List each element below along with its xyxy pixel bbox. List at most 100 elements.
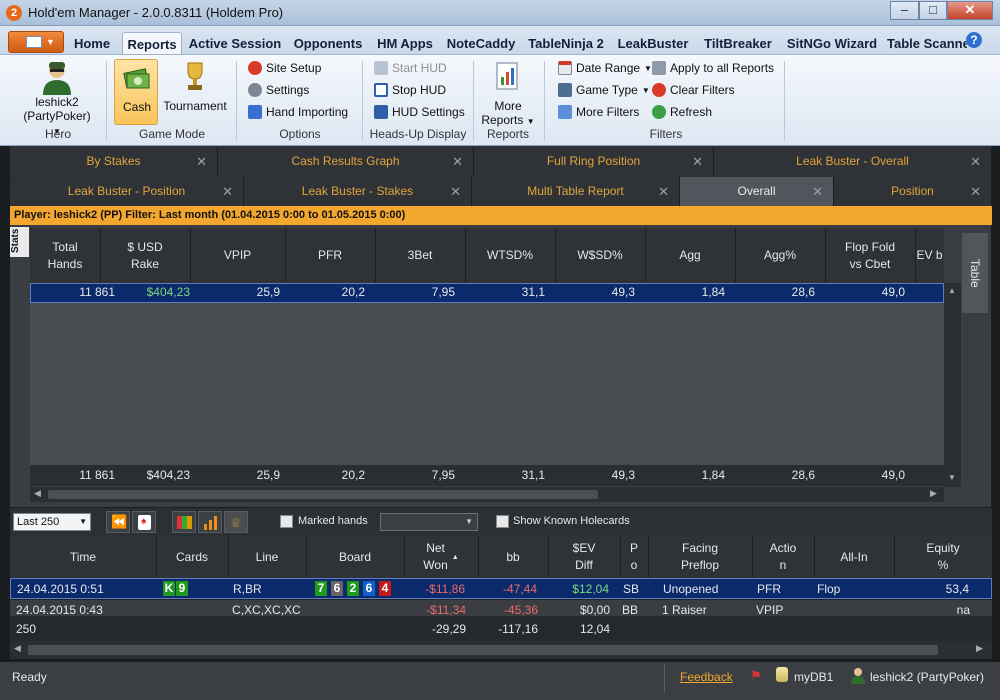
chevron-up-icon[interactable]: ▲ (948, 286, 956, 295)
avatar[interactable] (40, 59, 74, 95)
settings-button[interactable]: Settings (248, 83, 309, 97)
column-header[interactable]: All-In (814, 536, 894, 578)
report-tab-multi-table-report[interactable]: Multi Table Report ✕ (472, 177, 680, 206)
tab-hm-apps[interactable]: HM Apps (372, 32, 438, 54)
column-header[interactable]: Equity% (894, 536, 992, 578)
report-tab-overall[interactable]: Overall ✕ (680, 177, 834, 206)
clear-filters-button[interactable]: Clear Filters (652, 83, 735, 97)
report-tab-leak-buster-overall[interactable]: Leak Buster - Overall ✕ (714, 147, 992, 176)
feedback-link[interactable]: Feedback (680, 670, 733, 684)
last-hands-select[interactable]: Last 250 ▼ (13, 513, 91, 531)
scrollbar-thumb[interactable] (48, 490, 598, 499)
chart-icon[interactable] (198, 511, 222, 533)
column-header[interactable]: 3Bet (375, 228, 465, 283)
column-header[interactable]: Net Won ▲ (404, 536, 478, 578)
start-hud-button[interactable]: Start HUD (374, 61, 447, 75)
column-header[interactable]: Time (10, 536, 156, 578)
column-header[interactable]: W$SD% (555, 228, 645, 283)
tab-opponents[interactable]: Opponents (290, 32, 366, 54)
chevron-right-icon[interactable]: ▶ (930, 488, 937, 499)
column-header[interactable]: Flop Fold vs Cbet (825, 228, 915, 283)
cash-button[interactable]: Cash (114, 59, 158, 125)
more-filters-button[interactable]: More Filters (558, 105, 639, 119)
column-header[interactable]: Po (620, 536, 648, 578)
tab-leakbuster[interactable]: LeakBuster (614, 32, 692, 54)
column-header[interactable]: Line (228, 536, 306, 578)
table-row[interactable]: 11 861 $404,23 25,9 20,2 7,95 31,1 49,3 1,84 28,… (30, 283, 944, 303)
chevron-down-icon[interactable]: ▼ (948, 473, 956, 482)
help-icon[interactable]: ? (966, 32, 982, 48)
trophy-icon[interactable]: ♕ (224, 511, 248, 533)
tab-tiltbreaker[interactable]: TiltBreaker (698, 32, 778, 54)
close-icon[interactable]: ✕ (970, 147, 981, 176)
report-tab-full-ring-position[interactable]: Full Ring Position ✕ (474, 147, 714, 176)
flag-icon[interactable]: ⚑ (750, 668, 762, 684)
close-icon[interactable]: ✕ (450, 177, 461, 206)
close-icon[interactable]: ✕ (658, 177, 669, 206)
horizontal-scrollbar[interactable]: ◀ ▶ (30, 487, 944, 502)
tab-home[interactable]: Home (68, 32, 116, 54)
close-icon[interactable]: ✕ (812, 177, 823, 206)
column-header[interactable]: Cards (156, 536, 228, 578)
column-header[interactable]: EV b (915, 228, 944, 283)
stats-side-tab[interactable]: Stats (10, 227, 29, 257)
column-header[interactable]: Agg% (735, 228, 825, 283)
report-tab-leak-buster-stakes[interactable]: Leak Buster - Stakes ✕ (244, 177, 472, 206)
tab-notecaddy[interactable]: NoteCaddy (445, 32, 517, 54)
table-row[interactable]: 24.04.2015 0:51 K 9 R,BR 7 6 2 6 4 -$11,86 -47,44 $… (10, 578, 992, 599)
app-menu-button[interactable]: ▼ (8, 31, 64, 53)
chevron-left-icon[interactable]: ◀ (14, 643, 21, 654)
tab-active-session[interactable]: Active Session (187, 32, 283, 54)
table-side-tab[interactable]: Table (962, 233, 988, 313)
column-header[interactable]: $ USD Rake (100, 228, 190, 283)
tab-table-scanner[interactable]: Table Scanner (887, 32, 967, 54)
column-header[interactable]: $EV Diff (548, 536, 620, 578)
close-icon[interactable]: ✕ (452, 147, 463, 176)
stop-hud-button[interactable]: Stop HUD (374, 83, 446, 97)
hud-settings-button[interactable]: HUD Settings (374, 105, 465, 119)
column-header[interactable]: Board (306, 536, 404, 578)
close-icon[interactable]: ✕ (947, 1, 993, 20)
tournament-button[interactable]: Tournament (160, 59, 230, 125)
chevron-left-icon[interactable]: ◀ (34, 488, 41, 499)
chevron-right-icon[interactable]: ▶ (976, 643, 983, 654)
column-header[interactable]: bb (478, 536, 548, 578)
report-tab-cash-results-graph[interactable]: Cash Results Graph ✕ (218, 147, 474, 176)
date-range-button[interactable]: Date Range ▼ (558, 61, 652, 75)
grid-icon[interactable] (172, 511, 196, 533)
table-row[interactable]: 24.04.2015 0:43 C,XC,XC,XC -$11,34 -45,36 $0… (10, 600, 992, 616)
tab-sitngo-wizard[interactable]: SitNGo Wizard (784, 32, 880, 54)
rewind-icon[interactable]: ⏪ (106, 511, 130, 533)
site-setup-button[interactable]: Site Setup (248, 61, 321, 75)
close-icon[interactable]: ✕ (970, 177, 981, 206)
marked-hands-checkbox[interactable] (280, 515, 293, 528)
column-header[interactable]: VPIP (190, 228, 285, 283)
report-tab-by-stakes[interactable]: By Stakes ✕ (10, 147, 218, 176)
scrollbar-thumb[interactable] (28, 645, 938, 655)
database-name[interactable]: myDB1 (794, 670, 833, 684)
minimize-icon[interactable]: – (890, 1, 919, 20)
tab-reports[interactable]: Reports (122, 32, 182, 54)
maximize-icon[interactable]: □ (919, 1, 947, 20)
column-header[interactable]: PFR (285, 228, 375, 283)
game-type-button[interactable]: Game Type ▼ (558, 83, 650, 97)
horizontal-scrollbar[interactable]: ◀ ▶ (10, 641, 992, 659)
tab-tableninja[interactable]: TableNinja 2 (524, 32, 608, 54)
report-tab-position[interactable]: Position ✕ (834, 177, 992, 206)
vertical-scrollbar[interactable]: ▲ ▼ (944, 283, 961, 487)
close-icon[interactable]: ✕ (196, 147, 207, 176)
report-tab-leak-buster-position[interactable]: Leak Buster - Position ✕ (10, 177, 244, 206)
close-icon[interactable]: ✕ (692, 147, 703, 176)
column-header[interactable]: WTSD% (465, 228, 555, 283)
apply-all-button[interactable]: Apply to all Reports (652, 61, 774, 75)
replayer-icon[interactable]: ♠ (132, 511, 156, 533)
more-reports-button[interactable]: More Reports ▼ (480, 59, 536, 127)
column-header[interactable]: Agg (645, 228, 735, 283)
column-header[interactable]: Facing Preflop (648, 536, 752, 578)
marked-hands-select[interactable]: ▼ (380, 513, 478, 531)
column-header[interactable]: Total Hands (30, 228, 100, 283)
show-holecards-checkbox[interactable] (496, 515, 509, 528)
close-icon[interactable]: ✕ (222, 177, 233, 206)
refresh-button[interactable]: Refresh (652, 105, 712, 119)
column-header[interactable]: Actio n (752, 536, 814, 578)
